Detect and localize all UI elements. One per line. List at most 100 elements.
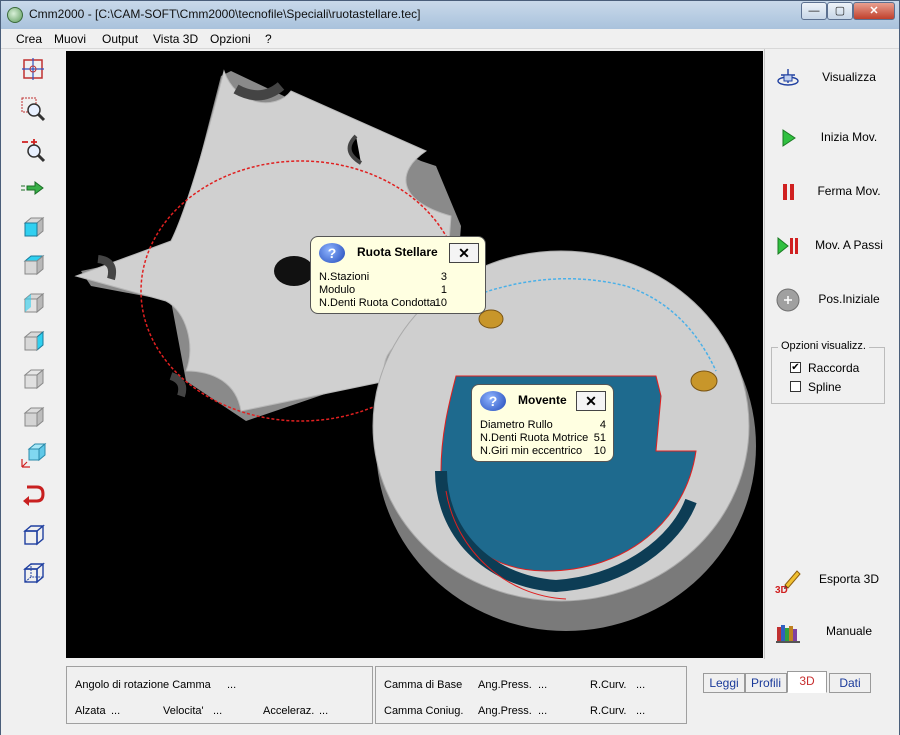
- menu-crea[interactable]: Crea: [16, 32, 42, 46]
- inizia-mov-label: Inizia Mov.: [820, 130, 878, 144]
- velocita-label: Velocita': [163, 705, 204, 717]
- visualizza-button[interactable]: Visualizza: [765, 57, 895, 97]
- pan-arrow-icon[interactable]: [19, 175, 47, 203]
- manuale-label: Manuale: [825, 624, 873, 638]
- pause-icon: [783, 184, 794, 200]
- menu-output[interactable]: Output: [102, 32, 138, 46]
- tooltip-ruota-close-button[interactable]: ✕: [449, 243, 479, 263]
- export-3d-icon: 3D: [775, 570, 801, 593]
- opzioni-visualizz-group: Opzioni visualizz. ✔ Raccorda Spline: [771, 340, 885, 404]
- r-curv-value-1: ...: [636, 679, 646, 691]
- camma-coniug-label: Camma Coniug.: [384, 705, 464, 717]
- view-right-icon[interactable]: [19, 327, 47, 355]
- view-toolbar: [1, 49, 65, 659]
- movente-diametro-value: 4: [599, 419, 606, 431]
- tooltip-ruota-title: Ruota Stellare: [357, 245, 438, 259]
- menu-muovi[interactable]: Muovi: [54, 32, 86, 46]
- tooltip-movente-close-button[interactable]: ✕: [576, 391, 606, 411]
- ruota-stazioni-label: N.Stazioni: [319, 271, 370, 283]
- 3d-viewport[interactable]: ? Ruota Stellare ✕ N.Stazioni 3 Modulo 1…: [66, 51, 763, 658]
- minimize-button[interactable]: —: [801, 2, 827, 20]
- visualize-icon: [777, 69, 799, 86]
- ferma-mov-button[interactable]: Ferma Mov.: [765, 171, 895, 211]
- velocita-value: ...: [213, 705, 223, 717]
- esporta-3d-button[interactable]: 3D Esporta 3D: [765, 559, 895, 599]
- rotate-view-icon[interactable]: [19, 481, 47, 509]
- solid-cube-icon[interactable]: [19, 521, 47, 549]
- view-front-icon[interactable]: [19, 213, 47, 241]
- zoom-in-out-icon[interactable]: [19, 135, 47, 163]
- raccorda-label[interactable]: Raccorda: [808, 361, 859, 375]
- mechanism-3d-render: [74, 69, 756, 631]
- movente-denti-value: 51: [593, 432, 606, 444]
- tab-leggi[interactable]: Leggi: [703, 673, 745, 693]
- app-icon[interactable]: [7, 7, 23, 23]
- tab-dati[interactable]: Dati: [829, 673, 871, 693]
- movente-giri-value: 10: [593, 445, 606, 457]
- mov-a-passi-label: Mov. A Passi: [815, 238, 883, 252]
- home-position-icon: [776, 288, 800, 312]
- acceleraz-value: ...: [319, 705, 329, 717]
- help-question-icon: ?: [480, 391, 506, 411]
- view-left-icon[interactable]: [19, 365, 47, 393]
- tooltip-movente: ? Movente ✕ Diametro Rullo 4 N.Denti Ruo…: [471, 384, 614, 462]
- wireframe-cube-icon[interactable]: [19, 559, 47, 587]
- movente-diametro-label: Diametro Rullo: [480, 419, 553, 431]
- r-curv-label-2: R.Curv.: [590, 705, 627, 717]
- play-icon: [782, 129, 796, 147]
- ruota-denti-label: N.Denti Ruota Condotta: [319, 297, 436, 309]
- window-title: Cmm2000 - [C:\CAM-SOFT\Cmm2000\tecnofile…: [29, 7, 421, 21]
- opzioni-visualizz-title: Opzioni visualizz.: [778, 340, 869, 352]
- ruota-modulo-label: Modulo: [319, 284, 356, 296]
- camma-base-label: Camma di Base: [384, 679, 463, 691]
- tooltip-ruota-stellare: ? Ruota Stellare ✕ N.Stazioni 3 Modulo 1…: [310, 236, 486, 314]
- ang-press-label-1: Ang.Press.: [478, 679, 532, 691]
- app-window: Cmm2000 - [C:\CAM-SOFT\Cmm2000\tecnofile…: [0, 0, 900, 735]
- right-command-panel: Visualizza Inizia Mov. Ferma Mov. Mov. A…: [764, 49, 899, 659]
- inizia-mov-button[interactable]: Inizia Mov.: [765, 117, 895, 157]
- maximize-button[interactable]: ▢: [827, 2, 853, 20]
- acceleraz-label: Acceleraz.: [263, 705, 315, 717]
- tab-3d[interactable]: 3D: [787, 671, 827, 693]
- menu-help[interactable]: ?: [265, 32, 272, 46]
- esporta-3d-label: Esporta 3D: [818, 572, 880, 586]
- mov-a-passi-button[interactable]: Mov. A Passi: [765, 225, 895, 265]
- ruota-stazioni-value: 3: [440, 271, 447, 283]
- step-icon: [777, 236, 798, 256]
- angolo-label: Angolo di rotazione Camma: [75, 679, 211, 691]
- ferma-mov-label: Ferma Mov.: [817, 184, 881, 198]
- help-question-icon: ?: [319, 243, 345, 263]
- pos-iniziale-button[interactable]: Pos.Iniziale: [765, 279, 895, 319]
- view-top-icon[interactable]: [19, 251, 47, 279]
- ruota-modulo-value: 1: [440, 284, 447, 296]
- cam-profile-panel: Camma di Base Ang.Press. ... R.Curv. ...…: [375, 666, 687, 724]
- pos-iniziale-label: Pos.Iniziale: [818, 292, 880, 306]
- raccorda-checkbox[interactable]: ✔: [790, 362, 801, 373]
- ruota-denti-value: 10: [434, 297, 447, 309]
- close-button[interactable]: ✕: [853, 2, 895, 20]
- menu-opzioni[interactable]: Opzioni: [210, 32, 251, 46]
- menu-vista-3d[interactable]: Vista 3D: [153, 32, 198, 46]
- zoom-window-icon[interactable]: [19, 95, 47, 123]
- spline-checkbox[interactable]: [790, 381, 801, 392]
- manuale-button[interactable]: Manuale: [765, 611, 895, 651]
- angolo-value: ...: [227, 679, 237, 691]
- title-bar[interactable]: Cmm2000 - [C:\CAM-SOFT\Cmm2000\tecnofile…: [1, 1, 899, 29]
- view-iso-icon[interactable]: [19, 441, 47, 469]
- tab-profili[interactable]: Profili: [745, 673, 787, 693]
- cam-motion-panel: Angolo di rotazione Camma ... Alzata ...…: [66, 666, 373, 724]
- movente-giri-label: N.Giri min eccentrico: [480, 445, 583, 457]
- menu-bar: Crea Muovi Output Vista 3D Opzioni ?: [1, 29, 899, 49]
- manual-books-icon: [776, 625, 800, 643]
- view-back-icon[interactable]: [19, 403, 47, 431]
- center-view-icon[interactable]: [19, 55, 47, 83]
- movente-denti-label: N.Denti Ruota Motrice: [480, 432, 589, 444]
- alzata-label: Alzata: [75, 705, 106, 717]
- r-curv-value-2: ...: [636, 705, 646, 717]
- tooltip-movente-title: Movente: [518, 393, 567, 407]
- view-side-icon[interactable]: [19, 289, 47, 317]
- export-3d-badge: 3D: [775, 585, 788, 593]
- alzata-value: ...: [111, 705, 121, 717]
- spline-label[interactable]: Spline: [808, 380, 841, 394]
- status-area: Angolo di rotazione Camma ... Alzata ...…: [1, 659, 899, 735]
